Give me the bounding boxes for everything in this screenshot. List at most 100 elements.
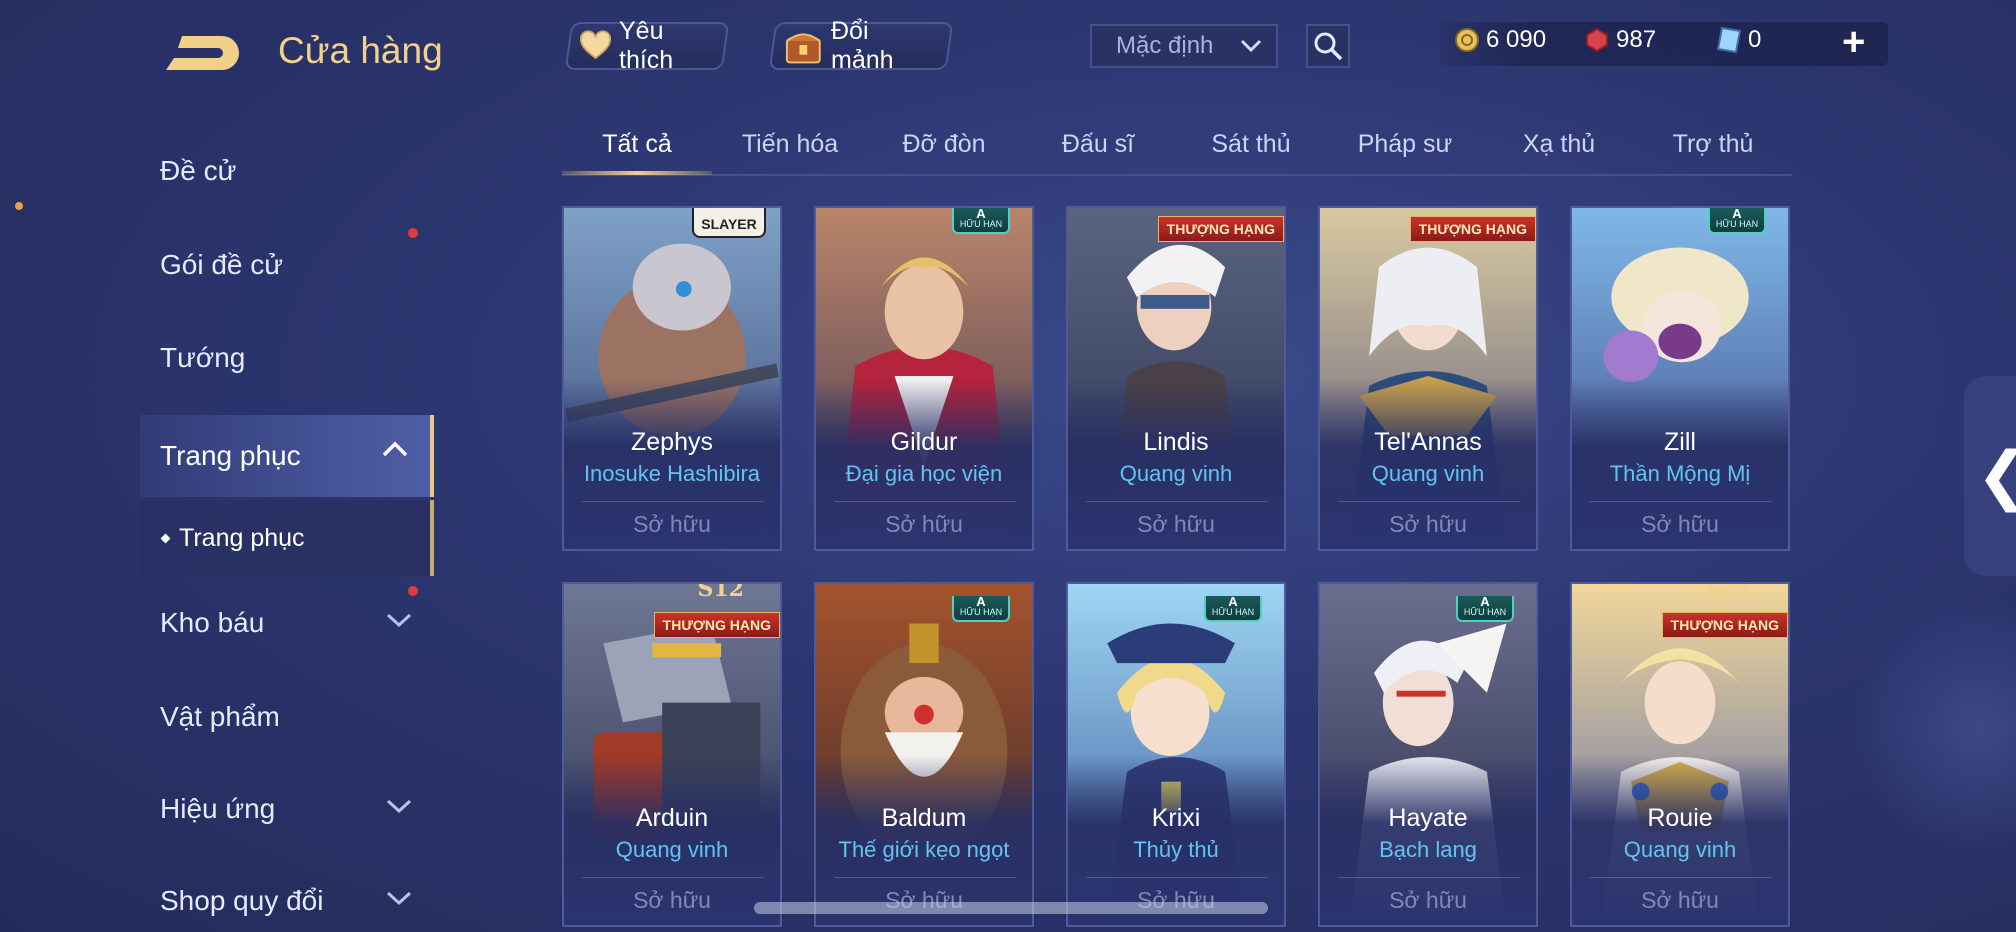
sidebar-item-label: Vật phẩm [160,701,280,732]
hero-name: Krixi [1151,804,1201,832]
card-divider [1086,877,1268,878]
skin-card[interactable]: THƯỢNG HẠNG Lindis Quang vinh Sở hữu [1066,206,1286,551]
limited-label: HỮU HẠN [959,219,1003,229]
skin-name: Quang vinh [1119,461,1233,486]
season-badge: S12 [697,582,744,602]
ownership-status: Sở hữu [1641,511,1719,537]
sidebar-item-label: Hiệu ứng [160,793,276,824]
home-indicator-bar[interactable] [754,902,1268,914]
tab-marksman[interactable]: Xạ thủ [1489,130,1629,159]
voucher-currency: 0 [1716,26,1761,54]
rank-badge: THƯỢNG HẠNG [1661,612,1788,638]
skin-card[interactable]: A HỮU HẠN Zill Thần Mộng Mị Sở hữu [1570,206,1790,551]
hero-name: Baldum [881,804,967,832]
shard-exchange-label: Đổi mảnh [830,17,894,74]
skin-card[interactable]: THƯỢNG HẠNG Tel'Annas Quang vinh Sở hữu [1318,206,1538,551]
skin-name: Đại gia học viện [845,461,1003,486]
sidebar-subitem-skins[interactable]: Trang phục [140,500,434,576]
tab-tank[interactable]: Đỡ đòn [874,130,1014,159]
sidebar-item-exchange-shop[interactable]: Shop quy đổi [140,864,434,932]
skin-card[interactable]: A HỮU HẠN Hayate Bạch lang Sở hữu [1318,582,1538,927]
sidebar-item-label: Kho báu [160,607,265,638]
sidebar-item-treasure[interactable]: Kho báu [140,586,434,660]
skin-name: Thế giới kẹo ngọt [838,837,1010,862]
sidebar-item-skins[interactable]: Trang phục [140,415,434,497]
card-divider [1338,501,1520,502]
ownership-status: Sở hữu [1389,887,1467,913]
search-button[interactable] [1306,24,1350,68]
skin-name: Thủy thủ [1133,837,1219,862]
skin-name: Bạch lang [1379,837,1477,862]
sidebar-item-recommended[interactable]: Đề cử [140,134,434,208]
rank-badge: THƯỢNG HẠNG [653,612,780,638]
skin-name: Thần Mộng Mị [1609,461,1751,486]
skin-card[interactable]: S12 THƯỢNG HẠNG Arduin Quang vinh Sở hữu [562,582,782,927]
sort-value: Mặc định [1116,32,1214,59]
sidebar-item-items[interactable]: Vật phẩm [140,680,434,754]
side-panel-handle[interactable]: ❮ [1964,376,2016,576]
sidebar-item-label: Trang phục [160,440,301,471]
sidebar-item-heroes[interactable]: Tướng [140,321,434,395]
skin-card[interactable]: S24 THƯỢNG HẠNG Rouie Quang vinh Sở hữu [1570,582,1790,927]
skin-card[interactable]: A HỮU HẠN Baldum Thế giới kẹo ngọt Sở hữ… [814,582,1034,927]
tab-support[interactable]: Trợ thủ [1643,130,1783,159]
limited-grade: A [1228,594,1238,609]
sidebar-item-effects[interactable]: Hiệu ứng [140,772,434,846]
limited-grade: A [1480,594,1490,609]
limited-badge: A HỮU HẠN [1708,208,1766,234]
back-button[interactable] [160,30,242,76]
tab-assassin[interactable]: Sát thủ [1181,130,1321,159]
limited-badge: A HỮU HẠN [952,208,1010,234]
card-divider [1338,877,1520,878]
ownership-status: Sở hữu [1137,511,1215,537]
sidebar-item-label: Shop quy đổi [160,885,324,916]
background-glow [1850,600,2016,860]
tab-mage[interactable]: Pháp sư [1335,130,1475,159]
hero-name: Tel'Annas [1374,428,1482,456]
limited-label: HỮU HẠN [959,607,1003,617]
chevron-down-icon [386,891,412,906]
back-arrow-icon [166,36,239,70]
sort-dropdown[interactable]: Mặc định [1090,24,1278,68]
limited-label: HỮU HẠN [1211,607,1255,617]
role-tabs: Tất cả Tiến hóa Đỡ đòn Đấu sĩ Sát thủ Ph… [562,118,1792,176]
voucher-icon [1716,26,1742,54]
gold-amount: 6 090 [1486,26,1547,53]
shard-exchange-button[interactable]: Đổi mảnh [768,17,954,74]
card-divider [1086,501,1268,502]
favorite-button[interactable]: Yêu thích [564,17,730,74]
hero-name: Hayate [1388,804,1468,832]
sidebar-item-bundles[interactable]: Gói đề cử [140,228,434,302]
skin-name: Quang vinh [1623,837,1737,862]
limited-label: HỮU HẠN [1463,607,1507,617]
add-currency-button[interactable]: + [1842,20,1865,64]
ownership-status: Sở hữu [1641,887,1719,913]
skin-name: Inosuke Hashibira [583,461,761,486]
tab-evolution[interactable]: Tiến hóa [720,130,860,159]
chevron-left-icon: ❮ [1976,438,2016,513]
ownership-status: Sở hữu [633,887,711,913]
limited-badge: A HỮU HẠN [952,595,1010,622]
skin-name: Quang vinh [1371,461,1485,486]
hero-name: Rouie [1647,804,1713,832]
limited-badge: A HỮU HẠN [1456,594,1514,622]
chevron-up-icon [382,441,408,457]
card-divider [1590,877,1772,878]
skin-card[interactable]: A HỮU HẠN Gildur Đại gia học viện Sở hữu [814,206,1034,551]
card-divider [834,501,1016,502]
chevron-down-icon [386,799,412,814]
skin-card[interactable]: A HỮU HẠN Krixi Thủy thủ Sở hữu [1066,582,1286,927]
tab-all[interactable]: Tất cả [567,130,707,159]
skin-card[interactable]: SLAYER Zephys Inosuke Hashibira Sở hữu [562,206,782,551]
heart-icon [580,30,612,60]
hero-name: Zill [1664,428,1696,456]
season-badge: S24 [1705,582,1752,602]
ownership-status: Sở hữu [885,511,963,537]
chevron-down-icon [1240,39,1262,53]
card-divider [582,501,764,502]
hero-name: Gildur [890,428,958,456]
tab-fighter[interactable]: Đấu sĩ [1028,130,1168,159]
sidebar-item-label: Đề cử [160,155,237,186]
page-title: Cửa hàng [278,30,443,71]
diamond-bullet-icon [160,533,171,543]
